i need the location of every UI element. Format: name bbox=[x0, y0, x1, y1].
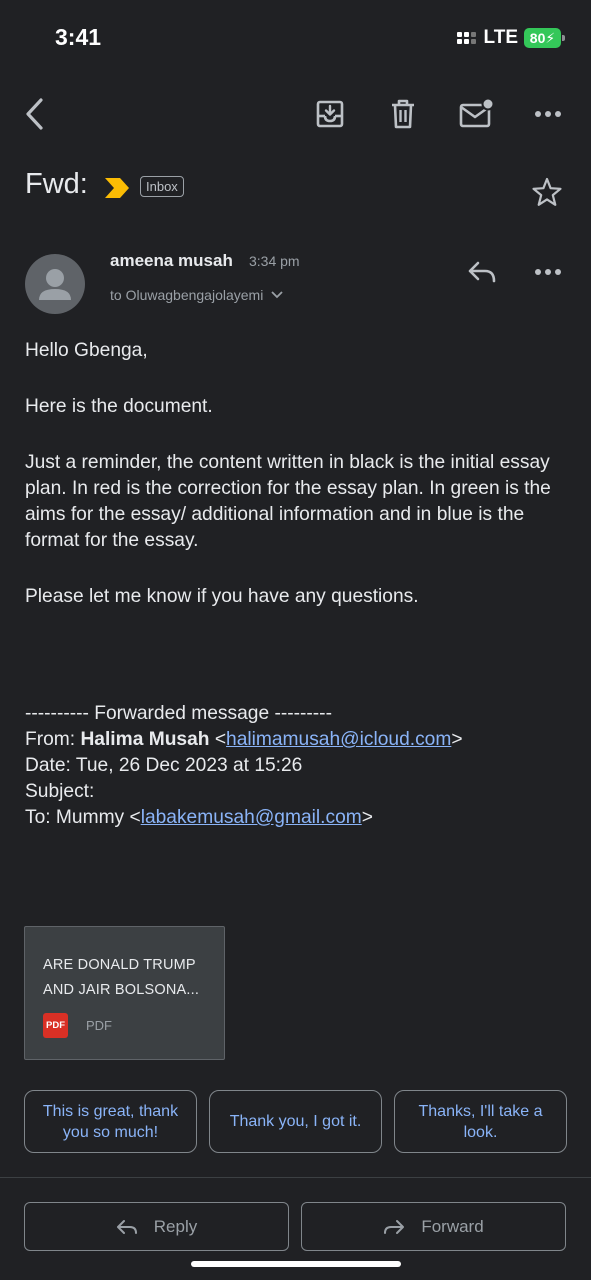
forward-arrow-icon bbox=[384, 1219, 405, 1234]
pdf-attachment-card[interactable]: ARE DONALD TRUMP AND JAIR BOLSONA... PDF… bbox=[24, 926, 225, 1060]
chevron-down-icon bbox=[271, 291, 283, 299]
importance-marker-icon[interactable] bbox=[104, 178, 130, 198]
attachment-title-line2: AND JAIR BOLSONA... bbox=[43, 982, 200, 998]
home-indicator[interactable] bbox=[191, 1261, 401, 1267]
recipient-details-toggle[interactable]: to Oluwagbengajolayemi bbox=[110, 287, 283, 303]
mail-unread-icon[interactable] bbox=[456, 94, 496, 134]
email-closing: Please let me know if you have any quest… bbox=[25, 586, 419, 607]
battery-icon: 80 ⚡ bbox=[524, 28, 565, 48]
reply-button[interactable]: Reply bbox=[24, 1202, 289, 1251]
signal-icon bbox=[456, 32, 476, 44]
forwarded-from-name: Halima Musah bbox=[80, 729, 210, 750]
email-body-paragraph: Just a reminder, the content written in … bbox=[25, 452, 551, 551]
smart-reply-chip-1[interactable]: This is great, thank you so much! bbox=[24, 1090, 197, 1153]
divider bbox=[0, 1177, 591, 1178]
back-arrow-icon[interactable] bbox=[14, 94, 54, 134]
more-horizontal-icon[interactable] bbox=[528, 94, 568, 134]
forward-button[interactable]: Forward bbox=[301, 1202, 566, 1251]
sender-avatar[interactable] bbox=[25, 254, 85, 314]
forwarded-date: Date: Tue, 26 Dec 2023 at 15:26 bbox=[25, 755, 303, 776]
email-body-line: Here is the document. bbox=[25, 396, 213, 417]
email-time: 3:34 pm bbox=[249, 253, 300, 269]
trash-icon[interactable] bbox=[383, 94, 423, 134]
attachment-type: PDF bbox=[86, 1018, 112, 1033]
forward-label: Forward bbox=[421, 1216, 484, 1236]
smart-reply-chip-2[interactable]: Thank you, I got it. bbox=[209, 1090, 382, 1153]
recipient-line: to Oluwagbengajolayemi bbox=[110, 287, 264, 303]
status-time: 3:41 bbox=[55, 24, 102, 50]
pdf-icon: PDF bbox=[43, 1013, 68, 1038]
network-label: LTE bbox=[483, 27, 518, 48]
forwarded-subject: Subject: bbox=[25, 781, 95, 802]
forwarded-from-email-link[interactable]: halimamusah@icloud.com bbox=[226, 729, 451, 750]
email-greeting: Hello Gbenga, bbox=[25, 340, 148, 361]
forwarded-to: To: Mummy <labakemusah@gmail.com> bbox=[25, 807, 373, 828]
battery-level: 80 bbox=[529, 30, 546, 46]
status-indicators: LTE 80 ⚡ bbox=[456, 27, 565, 49]
email-subject: Fwd: bbox=[25, 168, 88, 200]
reply-icon[interactable] bbox=[462, 252, 502, 292]
star-icon[interactable] bbox=[531, 176, 563, 208]
archive-icon[interactable] bbox=[310, 94, 350, 134]
message-more-icon[interactable] bbox=[528, 252, 568, 292]
attachment-title-line1: ARE DONALD TRUMP bbox=[43, 957, 196, 973]
reply-label: Reply bbox=[153, 1216, 198, 1236]
sender-name: ameena musah bbox=[110, 251, 233, 270]
smart-reply-chip-3[interactable]: Thanks, I'll take a look. bbox=[394, 1090, 567, 1153]
email-view-screen: 3:41 LTE 80 ⚡ Fwd: Inbox ameena musah 3:… bbox=[0, 0, 591, 1280]
inbox-label-chip[interactable]: Inbox bbox=[140, 176, 184, 197]
forwarded-from: From: Halima Musah <halimamusah@icloud.c… bbox=[25, 729, 463, 750]
forwarded-to-email-link[interactable]: labakemusah@gmail.com bbox=[141, 807, 362, 828]
forwarded-header: ---------- Forwarded message --------- bbox=[25, 703, 332, 724]
reply-arrow-icon bbox=[116, 1219, 137, 1234]
